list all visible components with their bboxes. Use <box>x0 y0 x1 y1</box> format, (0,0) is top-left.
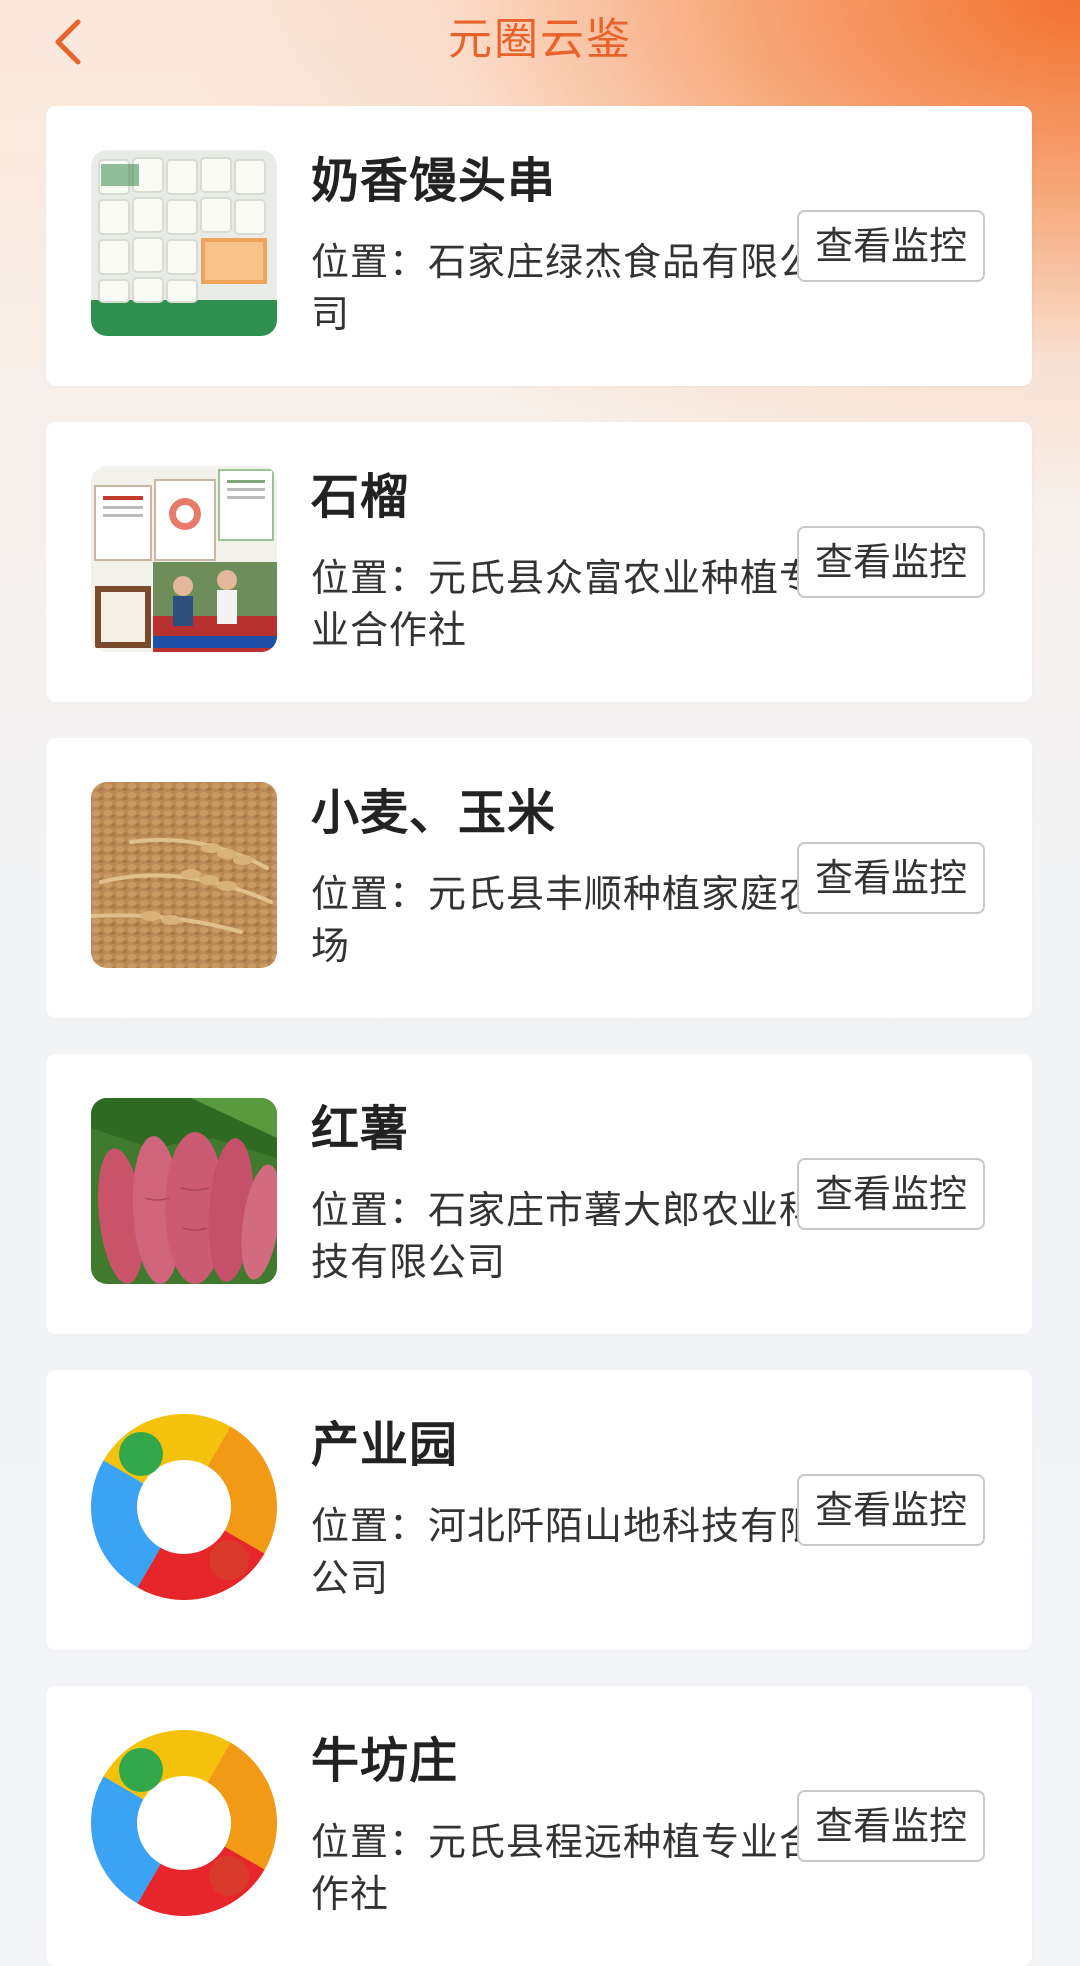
view-monitor-button[interactable]: 查看监控 <box>797 210 985 282</box>
item-location: 位置：元氏县丰顺种植家庭农场 <box>311 872 819 968</box>
view-monitor-button[interactable]: 查看监控 <box>797 526 985 598</box>
view-monitor-button[interactable]: 查看监控 <box>797 1790 985 1862</box>
item-location: 位置：石家庄市薯大郎农业科技有限公司 <box>311 1188 819 1284</box>
item-location: 位置：石家庄绿杰食品有限公司 <box>311 240 819 336</box>
product-image-certificates <box>91 466 277 652</box>
list-item: 红薯 位置：石家庄市薯大郎农业科技有限公司 查看监控 <box>46 1054 1032 1334</box>
item-name: 石榴 <box>311 469 410 525</box>
item-name: 产业园 <box>311 1417 459 1473</box>
product-image-wheat <box>91 782 277 968</box>
item-name: 小麦、玉米 <box>311 785 557 841</box>
list-item: 牛坊庄 位置：元氏县程远种植专业合作社 查看监控 <box>46 1686 1032 1966</box>
product-image-sweet-potato <box>91 1098 277 1284</box>
item-location: 位置：元氏县程远种植专业合作社 <box>311 1820 819 1916</box>
item-name: 红薯 <box>311 1101 410 1157</box>
view-monitor-button[interactable]: 查看监控 <box>797 1474 985 1546</box>
item-location: 位置：河北阡陌山地科技有限公司 <box>311 1504 819 1600</box>
item-location: 位置：元氏县众富农业种植专业合作社 <box>311 556 819 652</box>
product-image-steamed-bun <box>91 150 277 336</box>
list-item: 小麦、玉米 位置：元氏县丰顺种植家庭农场 查看监控 <box>46 738 1032 1018</box>
list-item: 石榴 位置：元氏县众富农业种植专业合作社 查看监控 <box>46 422 1032 702</box>
view-monitor-button[interactable]: 查看监控 <box>797 1158 985 1230</box>
list-item: 奶香馒头串 位置：石家庄绿杰食品有限公司 查看监控 <box>46 106 1032 386</box>
view-monitor-button[interactable]: 查看监控 <box>797 842 985 914</box>
list-item: 产业园 位置：河北阡陌山地科技有限公司 查看监控 <box>46 1370 1032 1650</box>
item-name: 奶香馒头串 <box>311 153 557 209</box>
page-title: 元圈云鉴 <box>448 14 632 65</box>
top-bar: 元圈云鉴 <box>0 0 1080 86</box>
ring-logo-icon <box>91 1414 277 1600</box>
item-name: 牛坊庄 <box>311 1733 459 1789</box>
ring-logo-icon <box>91 1730 277 1916</box>
